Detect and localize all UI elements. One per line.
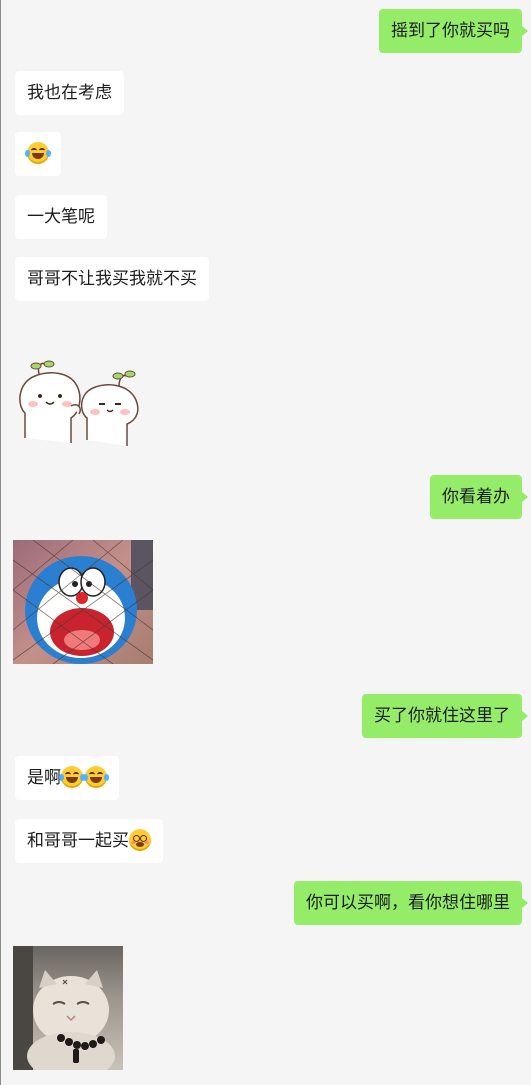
message-bubble-incoming[interactable]: 是啊 [15,756,119,800]
woozy-face-icon [129,829,151,851]
message-text: 买了你就住这里了 [374,706,510,725]
message-text: 一大笔呢 [27,207,95,226]
face-with-tears-of-joy-icon [25,142,51,164]
doraemon-in-net-image[interactable] [13,540,153,664]
message-text: 和哥哥一起买 [27,831,129,850]
cat-with-prayer-beads-image[interactable] [13,946,123,1070]
two-cartoon-buns-sticker[interactable] [15,358,141,448]
sticker-art-icon [19,360,139,446]
message-bubble-outgoing[interactable]: 你可以买啊，看你想住哪里 [294,881,528,925]
message-text: 你可以买啊，看你想住哪里 [306,893,510,912]
message-bubble-incoming[interactable] [15,132,61,176]
message-bubble-incoming[interactable]: 和哥哥一起买 [15,819,163,863]
message-bubble-outgoing[interactable]: 买了你就住这里了 [362,694,528,738]
message-bubble-outgoing[interactable]: 你看着办 [430,475,528,519]
message-bubble-outgoing[interactable]: 摇到了你就买吗 [379,9,528,53]
doraemon-icon [13,540,153,664]
message-text: 哥哥不让我买我就不买 [27,269,197,288]
message-text: 是啊 [27,768,61,787]
message-text: 你看着办 [442,487,510,506]
message-text: 摇到了你就买吗 [391,21,510,40]
message-bubble-incoming[interactable]: 哥哥不让我买我就不买 [15,257,209,301]
face-with-tears-of-joy-icon [59,766,85,788]
message-text: 我也在考虑 [27,83,112,102]
chat-screen: 摇到了你就买吗 我也在考虑 一大笔呢 哥哥不让我买我就不买 你看着办 买了你就住… [0,0,531,1085]
message-bubble-incoming[interactable]: 一大笔呢 [15,195,107,239]
cat-icon [13,946,115,1070]
face-with-tears-of-joy-icon [83,766,109,788]
message-bubble-incoming[interactable]: 我也在考虑 [15,71,124,115]
